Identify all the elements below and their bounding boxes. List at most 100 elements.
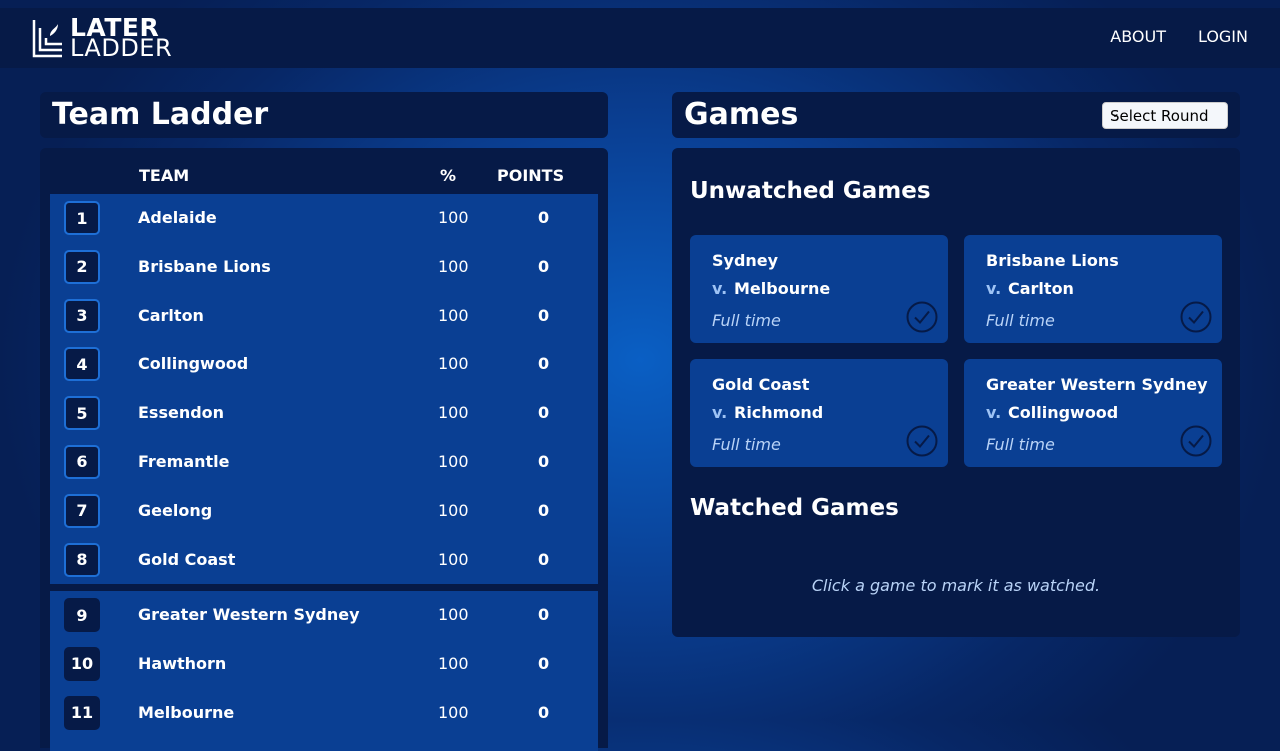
table-row[interactable]: 9 Greater Western Sydney 100 0 (50, 591, 598, 640)
logo[interactable]: LATER LADDER (32, 15, 172, 61)
nav-about-link[interactable]: ABOUT (1110, 27, 1166, 46)
team-pct: 100 (438, 605, 469, 624)
team-pct: 100 (438, 451, 469, 471)
check-circle-icon[interactable] (1180, 301, 1212, 333)
game-vs: v. (712, 279, 728, 298)
team-name: Essendon (138, 403, 225, 423)
game-status: Full time (986, 435, 1055, 454)
table-row[interactable]: 6 Fremantle 100 0 (50, 438, 598, 487)
check-circle-icon[interactable] (1180, 425, 1212, 457)
table-row[interactable]: 5 Essendon 100 0 (50, 389, 598, 438)
nav-login-link[interactable]: LOGIN (1198, 27, 1248, 46)
team-points: 0 (538, 208, 550, 227)
chevron-down-icon: ⌄ (1110, 106, 1121, 120)
team-points: 0 (538, 605, 550, 624)
rank-badge: 10 (64, 646, 100, 681)
team-points: 0 (538, 653, 550, 673)
table-row[interactable]: 4 Collingwood 100 0 (50, 340, 598, 389)
rank-badge: 11 (64, 695, 100, 730)
rank-badge: 2 (64, 249, 100, 284)
team-name: Adelaide (138, 208, 217, 227)
team-points: 0 (538, 702, 550, 722)
game-vs: v. (986, 403, 1002, 422)
game-away-team: Carlton (1008, 279, 1074, 298)
table-row[interactable]: 10 Hawthorn 100 0 (50, 640, 598, 689)
rank-badge: 1 (64, 201, 100, 235)
team-name: Melbourne (138, 702, 235, 722)
team-name: Geelong (138, 500, 213, 520)
team-points: 0 (538, 500, 550, 520)
team-pct: 100 (438, 208, 469, 227)
team-name: Greater Western Sydney (138, 605, 360, 624)
team-pct: 100 (438, 354, 469, 374)
game-away-team: Melbourne (734, 279, 831, 298)
game-home-team: Sydney (712, 251, 779, 270)
table-row[interactable]: 1 Adelaide 100 0 (50, 194, 598, 243)
col-points-header: POINTS (497, 166, 565, 185)
rank-badge: 9 (64, 598, 100, 632)
team-name: Hawthorn (138, 653, 227, 673)
watched-games-title: Watched Games (690, 495, 899, 521)
col-team-header: TEAM (139, 166, 190, 185)
team-points: 0 (538, 354, 550, 374)
game-card[interactable]: Brisbane Lions v. Carlton Full time (964, 235, 1222, 343)
col-pct-header: % (440, 166, 457, 185)
game-away-team: Richmond (734, 403, 824, 422)
games-panel: Unwatched Games Sydney v. Melbourne Full… (672, 148, 1240, 637)
header: LATER LADDER ABOUT LOGIN (0, 8, 1280, 68)
team-points: 0 (538, 403, 550, 423)
ladder-header-row: TEAM % POINTS (40, 166, 608, 186)
team-name: Fremantle (138, 451, 230, 471)
team-points: 0 (538, 256, 550, 276)
team-pct: 100 (438, 653, 469, 673)
table-row[interactable]: 2 Brisbane Lions 100 0 (50, 243, 598, 292)
games-title-bar: Games Select Round ⌄ (672, 92, 1240, 138)
team-name: Collingwood (138, 354, 249, 374)
logo-ladder-icon (32, 20, 62, 58)
rank-badge: 4 (64, 347, 100, 382)
team-pct: 100 (438, 549, 469, 569)
table-row[interactable]: 8 Gold Coast 100 0 (50, 536, 598, 585)
top-nav: ABOUT LOGIN (1110, 27, 1248, 46)
rank-badge: 6 (64, 444, 100, 479)
team-name: Brisbane Lions (138, 256, 271, 276)
ladder-top8-group: 1 Adelaide 100 0 2 Brisbane Lions 100 0 3 Carlt… (50, 194, 598, 584)
table-row[interactable]: 7 Geelong 100 0 (50, 487, 598, 536)
game-home-team: Gold Coast (712, 375, 810, 394)
game-card[interactable]: Greater Western Sydney v. Collingwood Fu… (964, 359, 1222, 467)
team-name: Gold Coast (138, 549, 236, 569)
check-circle-icon[interactable] (906, 425, 938, 457)
game-away-team: Collingwood (1008, 403, 1119, 422)
rank-badge: 7 (64, 493, 100, 528)
rank-badge: 5 (64, 396, 100, 431)
watched-hint-text: Click a game to mark it as watched. (811, 576, 1101, 595)
unwatched-games-title: Unwatched Games (690, 178, 931, 204)
check-circle-icon[interactable] (906, 301, 938, 333)
team-pct: 100 (438, 500, 469, 520)
rank-badge: 3 (64, 298, 100, 333)
team-pct: 100 (438, 403, 469, 423)
game-vs: v. (712, 403, 728, 422)
game-card[interactable]: Sydney v. Melbourne Full time (690, 235, 948, 343)
table-row[interactable]: 3 Carlton 100 0 (50, 292, 598, 341)
ladder-rest-group: 9 Greater Western Sydney 100 0 10 Hawthorn 10… (50, 591, 598, 751)
rank-badge: 8 (64, 542, 100, 577)
game-home-team: Brisbane Lions (986, 251, 1119, 270)
game-home-team: Greater Western Sydney (986, 375, 1208, 394)
logo-line2: LADDER (70, 34, 173, 62)
ladder-title: Team Ladder (52, 97, 269, 132)
games-title: Games (684, 97, 799, 132)
team-pct: 100 (438, 702, 469, 722)
team-pct: 100 (438, 305, 469, 325)
team-name: Carlton (138, 305, 204, 325)
team-points: 0 (538, 549, 550, 569)
team-pct: 100 (438, 256, 469, 276)
ladder-table: TEAM % POINTS 1 Adelaide 100 0 2 Brisbane Li… (40, 148, 608, 751)
game-vs: v. (986, 279, 1002, 298)
team-points: 0 (538, 305, 550, 325)
game-card[interactable]: Gold Coast v. Richmond Full time (690, 359, 948, 467)
team-points: 0 (538, 451, 550, 471)
game-status: Full time (712, 311, 781, 330)
round-select[interactable]: Select Round ⌄ (1102, 102, 1228, 129)
table-row[interactable]: 11 Melbourne 100 0 (50, 689, 598, 738)
